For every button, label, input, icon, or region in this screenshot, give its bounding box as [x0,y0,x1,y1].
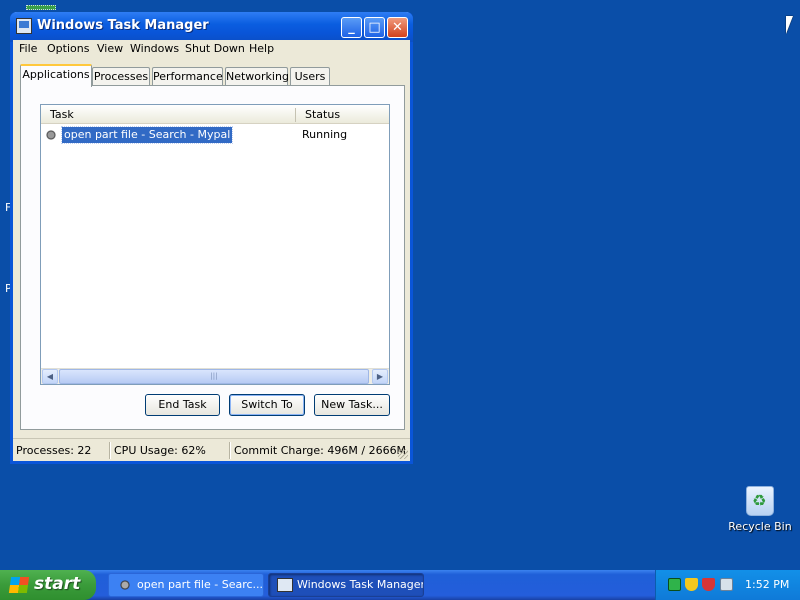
switch-to-button[interactable]: Switch To [229,394,305,416]
title-bar[interactable]: Windows Task Manager _ □ ✕ [10,12,413,42]
security-shield-icon[interactable] [685,578,698,591]
end-task-button[interactable]: End Task [145,394,220,416]
menu-file[interactable]: File [19,42,37,55]
status-divider [109,442,110,459]
column-header-row: Task Status [41,105,389,124]
close-button[interactable]: ✕ [387,17,408,38]
scroll-thumb[interactable]: ||| [59,369,369,384]
tab-applications[interactable]: Applications [20,64,92,87]
new-task-button[interactable]: New Task... [314,394,390,416]
system-tray: 1:52 PM [655,570,800,600]
taskbar-item-mypal[interactable]: open part file - Searc... [108,573,264,597]
tab-performance[interactable]: Performance [152,67,223,86]
task-manager-window: Windows Task Manager _ □ ✕ File Options … [10,12,413,464]
maximize-button[interactable]: □ [364,17,385,38]
tab-processes[interactable]: Processes [92,67,150,86]
taskbar: start open part file - Searc... Windows … [0,570,800,600]
security-alert-icon[interactable] [702,578,715,591]
menu-shut-down[interactable]: Shut Down [185,42,245,55]
status-divider [229,442,230,459]
menu-help[interactable]: Help [249,42,274,55]
task-manager-icon [16,18,32,34]
column-header-status[interactable]: Status [305,108,340,121]
menu-bar: File Options View Windows Shut Down Help [13,40,410,60]
scroll-left-button[interactable]: ◀ [42,369,58,384]
column-divider[interactable] [295,108,296,122]
task-manager-icon [277,578,293,592]
horizontal-scrollbar[interactable]: ◀ ||| ▶ [41,368,389,384]
taskbar-item-label: open part file - Searc... [137,578,264,591]
menu-options[interactable]: Options [47,42,89,55]
window-title: Windows Task Manager [37,18,209,33]
recycle-bin-icon [746,486,774,516]
taskbar-item-task-manager[interactable]: Windows Task Manager [268,573,424,597]
list-item-task[interactable]: open part file - Search - Mypal [60,126,234,144]
status-processes: Processes: 22 [16,444,92,457]
menu-view[interactable]: View [97,42,123,55]
status-bar: Processes: 22 CPU Usage: 62% Commit Char… [13,438,410,461]
resize-grip[interactable] [398,449,408,459]
minimize-button[interactable]: _ [341,17,362,38]
menu-windows[interactable]: Windows [130,42,179,55]
mypal-app-icon [117,578,133,592]
mypal-app-icon [45,128,61,142]
mouse-cursor-icon [786,16,793,34]
status-cpu-usage: CPU Usage: 62% [114,444,206,457]
safely-remove-hardware-icon[interactable] [720,578,733,591]
status-commit-charge: Commit Charge: 496M / 2666M [234,444,407,457]
column-header-task[interactable]: Task [50,108,74,121]
start-button[interactable]: start [0,570,96,600]
clock[interactable]: 1:52 PM [745,578,789,591]
recycle-bin[interactable]: Recycle Bin [728,486,792,533]
list-item-status: Running [302,128,348,141]
desktop-icon-fragment[interactable] [26,5,56,10]
start-label: start [34,574,81,594]
network-icon[interactable] [668,578,681,591]
taskbar-item-label: Windows Task Manager [297,578,424,591]
tab-users[interactable]: Users [290,67,330,86]
tab-networking[interactable]: Networking [225,67,289,86]
scroll-right-button[interactable]: ▶ [372,369,388,384]
windows-logo-icon [8,577,30,593]
task-list[interactable]: Task Status open part file - Search - My… [40,104,390,385]
recycle-bin-label: Recycle Bin [728,520,792,533]
